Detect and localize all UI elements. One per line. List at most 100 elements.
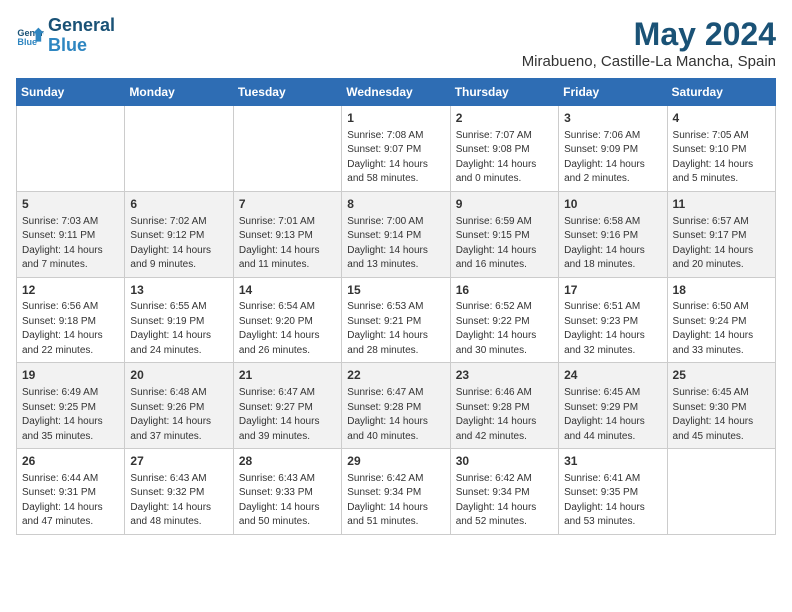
cell-info: Sunrise: 6:45 AMSunset: 9:30 PMDaylight:…: [673, 386, 770, 444]
weekday-header-monday: Monday: [125, 79, 233, 106]
weekday-header-saturday: Saturday: [667, 79, 775, 106]
cell-info: Sunrise: 6:45 AMSunset: 9:29 PMDaylight:…: [564, 386, 661, 444]
calendar-cell: 22 Sunrise: 6:47 AMSunset: 9:28 PMDayligh…: [342, 363, 450, 449]
calendar-cell: 9 Sunrise: 6:59 AMSunset: 9:15 PMDaylight…: [450, 191, 558, 277]
calendar-cell: 5 Sunrise: 7:03 AMSunset: 9:11 PMDaylight…: [17, 191, 125, 277]
cell-info: Sunrise: 6:42 AMSunset: 9:34 PMDaylight:…: [456, 472, 553, 530]
calendar-cell: 6 Sunrise: 7:02 AMSunset: 9:12 PMDaylight…: [125, 191, 233, 277]
calendar-cell: 13Sunrise: 6:55 AMSunset: 9:19 PMDayligh…: [125, 277, 233, 363]
day-number: 21: [239, 367, 336, 384]
cell-info: Sunrise: 6:49 AMSunset: 9:25 PMDaylight:…: [22, 386, 119, 444]
day-number: 23: [456, 367, 553, 384]
logo: General Blue General Blue: [16, 16, 115, 56]
day-number: 9: [456, 196, 553, 213]
cell-info: Sunrise: 6:58 AMSunset: 9:16 PMDaylight:…: [564, 215, 661, 273]
logo-icon: General Blue: [16, 22, 44, 50]
cell-info: Sunrise: 6:48 AMSunset: 9:26 PMDaylight:…: [130, 386, 227, 444]
calendar-cell: 27 Sunrise: 6:43 AMSunset: 9:32 PMDayligh…: [125, 449, 233, 535]
calendar-cell: 31 Sunrise: 6:41 AMSunset: 9:35 PMDayligh…: [559, 449, 667, 535]
page-header: General Blue General Blue May 2024 Mirab…: [16, 16, 776, 70]
weekday-header-sunday: Sunday: [17, 79, 125, 106]
day-number: 14: [239, 282, 336, 299]
calendar-week-1: 1 Sunrise: 7:08 AMSunset: 9:07 PMDaylight…: [17, 106, 776, 192]
day-number: 12: [22, 282, 119, 299]
calendar-table: SundayMondayTuesdayWednesdayThursdayFrid…: [16, 78, 776, 535]
day-number: 13: [130, 282, 227, 299]
calendar-cell: [233, 106, 341, 192]
title-area: May 2024 Mirabueno, Castille-La Mancha, …: [522, 16, 776, 70]
cell-info: Sunrise: 6:41 AMSunset: 9:35 PMDaylight:…: [564, 472, 661, 530]
day-number: 16: [456, 282, 553, 299]
calendar-cell: 15Sunrise: 6:53 AMSunset: 9:21 PMDayligh…: [342, 277, 450, 363]
calendar-cell: 20 Sunrise: 6:48 AMSunset: 9:26 PMDayligh…: [125, 363, 233, 449]
cell-info: Sunrise: 7:07 AMSunset: 9:08 PMDaylight:…: [456, 129, 553, 187]
cell-info: Sunrise: 7:08 AMSunset: 9:07 PMDaylight:…: [347, 129, 444, 187]
cell-info: Sunrise: 7:03 AMSunset: 9:11 PMDaylight:…: [22, 215, 119, 273]
cell-info: Sunrise: 7:00 AMSunset: 9:14 PMDaylight:…: [347, 215, 444, 273]
weekday-header-friday: Friday: [559, 79, 667, 106]
cell-info: Sunrise: 7:02 AMSunset: 9:12 PMDaylight:…: [130, 215, 227, 273]
day-number: 7: [239, 196, 336, 213]
calendar-cell: 7 Sunrise: 7:01 AMSunset: 9:13 PMDaylight…: [233, 191, 341, 277]
cell-info: Sunrise: 6:42 AMSunset: 9:34 PMDaylight:…: [347, 472, 444, 530]
calendar-body: 1 Sunrise: 7:08 AMSunset: 9:07 PMDaylight…: [17, 106, 776, 535]
day-number: 2: [456, 110, 553, 127]
day-number: 15: [347, 282, 444, 299]
day-number: 25: [673, 367, 770, 384]
day-number: 27: [130, 453, 227, 470]
day-number: 19: [22, 367, 119, 384]
cell-info: Sunrise: 7:06 AMSunset: 9:09 PMDaylight:…: [564, 129, 661, 187]
day-number: 3: [564, 110, 661, 127]
calendar-cell: 18Sunrise: 6:50 AMSunset: 9:24 PMDayligh…: [667, 277, 775, 363]
calendar-week-3: 12Sunrise: 6:56 AMSunset: 9:18 PMDayligh…: [17, 277, 776, 363]
calendar-cell: 12Sunrise: 6:56 AMSunset: 9:18 PMDayligh…: [17, 277, 125, 363]
cell-info: Sunrise: 6:59 AMSunset: 9:15 PMDaylight:…: [456, 215, 553, 273]
calendar-week-5: 26 Sunrise: 6:44 AMSunset: 9:31 PMDayligh…: [17, 449, 776, 535]
day-number: 26: [22, 453, 119, 470]
calendar-cell: 2 Sunrise: 7:07 AMSunset: 9:08 PMDaylight…: [450, 106, 558, 192]
cell-info: Sunrise: 6:46 AMSunset: 9:28 PMDaylight:…: [456, 386, 553, 444]
day-number: 17: [564, 282, 661, 299]
calendar-cell: 14Sunrise: 6:54 AMSunset: 9:20 PMDayligh…: [233, 277, 341, 363]
calendar-cell: 21Sunrise: 6:47 AMSunset: 9:27 PMDayligh…: [233, 363, 341, 449]
cell-info: Sunrise: 6:44 AMSunset: 9:31 PMDaylight:…: [22, 472, 119, 530]
cell-info: Sunrise: 6:55 AMSunset: 9:19 PMDaylight:…: [130, 300, 227, 358]
day-number: 8: [347, 196, 444, 213]
day-number: 20: [130, 367, 227, 384]
cell-info: Sunrise: 6:52 AMSunset: 9:22 PMDaylight:…: [456, 300, 553, 358]
day-number: 1: [347, 110, 444, 127]
cell-info: Sunrise: 6:57 AMSunset: 9:17 PMDaylight:…: [673, 215, 770, 273]
day-number: 28: [239, 453, 336, 470]
day-number: 31: [564, 453, 661, 470]
calendar-cell: 16Sunrise: 6:52 AMSunset: 9:22 PMDayligh…: [450, 277, 558, 363]
cell-info: Sunrise: 6:47 AMSunset: 9:28 PMDaylight:…: [347, 386, 444, 444]
calendar-cell: 28Sunrise: 6:43 AMSunset: 9:33 PMDayligh…: [233, 449, 341, 535]
svg-text:Blue: Blue: [17, 37, 37, 47]
logo-text: General Blue: [48, 16, 115, 56]
calendar-cell: 24 Sunrise: 6:45 AMSunset: 9:29 PMDayligh…: [559, 363, 667, 449]
day-number: 18: [673, 282, 770, 299]
weekday-header-wednesday: Wednesday: [342, 79, 450, 106]
cell-info: Sunrise: 7:01 AMSunset: 9:13 PMDaylight:…: [239, 215, 336, 273]
cell-info: Sunrise: 6:53 AMSunset: 9:21 PMDaylight:…: [347, 300, 444, 358]
cell-info: Sunrise: 6:54 AMSunset: 9:20 PMDaylight:…: [239, 300, 336, 358]
logo-line2: Blue: [48, 36, 115, 56]
logo-line1: General: [48, 16, 115, 36]
day-number: 24: [564, 367, 661, 384]
calendar-cell: 3 Sunrise: 7:06 AMSunset: 9:09 PMDaylight…: [559, 106, 667, 192]
cell-info: Sunrise: 6:43 AMSunset: 9:32 PMDaylight:…: [130, 472, 227, 530]
calendar-cell: 17Sunrise: 6:51 AMSunset: 9:23 PMDayligh…: [559, 277, 667, 363]
cell-info: Sunrise: 6:56 AMSunset: 9:18 PMDaylight:…: [22, 300, 119, 358]
day-number: 22: [347, 367, 444, 384]
cell-info: Sunrise: 7:05 AMSunset: 9:10 PMDaylight:…: [673, 129, 770, 187]
calendar-cell: 25 Sunrise: 6:45 AMSunset: 9:30 PMDayligh…: [667, 363, 775, 449]
calendar-cell: 4 Sunrise: 7:05 AMSunset: 9:10 PMDaylight…: [667, 106, 775, 192]
cell-info: Sunrise: 6:51 AMSunset: 9:23 PMDaylight:…: [564, 300, 661, 358]
day-number: 6: [130, 196, 227, 213]
day-number: 5: [22, 196, 119, 213]
weekday-header-row: SundayMondayTuesdayWednesdayThursdayFrid…: [17, 79, 776, 106]
day-number: 4: [673, 110, 770, 127]
day-number: 11: [673, 196, 770, 213]
calendar-cell: [125, 106, 233, 192]
calendar-cell: 30Sunrise: 6:42 AMSunset: 9:34 PMDayligh…: [450, 449, 558, 535]
